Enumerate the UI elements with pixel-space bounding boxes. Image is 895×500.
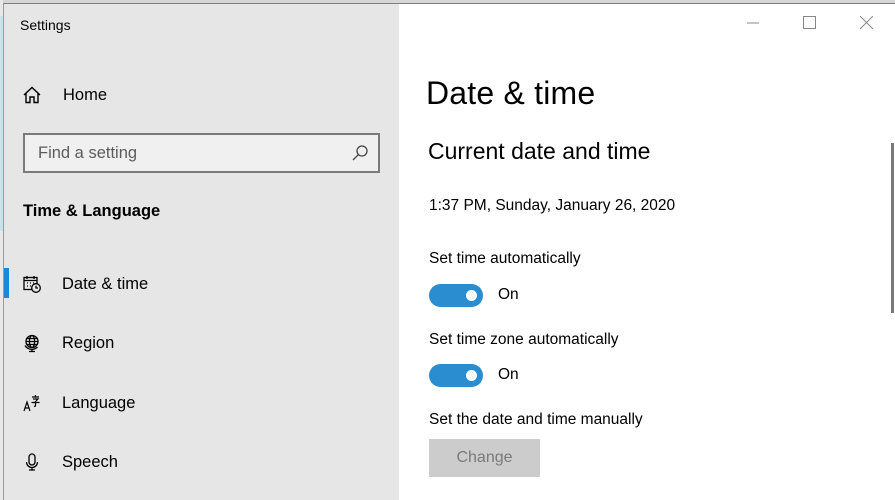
search-box[interactable] [23,133,380,173]
set-timezone-auto-label: Set time zone automatically [429,331,619,348]
sidebar-item-label: Language [62,393,136,412]
manual-datetime-label: Set the date and time manually [429,411,643,428]
sidebar-item-date-time[interactable]: Date & time [4,264,399,304]
toggle-state: On [498,286,519,303]
sidebar: Settings Home Time & Language Date & tim… [4,4,399,500]
search-icon[interactable] [348,141,372,165]
toggle-state: On [498,366,519,383]
set-timezone-auto-row: On [429,363,519,387]
window-controls [724,4,895,46]
sidebar-item-language[interactable]: Language [4,383,399,423]
search-input[interactable] [25,143,348,163]
set-time-auto-row: On [429,283,519,307]
change-button[interactable]: Change [429,439,540,477]
calendar-clock-icon [20,272,44,296]
sidebar-item-speech[interactable]: Speech [4,442,399,482]
microphone-icon [20,450,44,474]
sidebar-item-home[interactable]: Home [20,80,390,110]
maximize-button[interactable] [781,4,838,46]
globe-icon [20,331,44,355]
set-timezone-auto-toggle[interactable] [429,363,483,387]
section-title: Current date and time [428,138,651,164]
scrollbar[interactable] [891,143,894,313]
minimize-button[interactable] [724,4,781,46]
sidebar-item-label: Region [62,333,115,352]
app-title: Settings [20,17,71,33]
maximize-icon [803,16,816,34]
set-time-auto-toggle[interactable] [429,283,483,307]
sidebar-item-label: Date & time [62,274,149,293]
sidebar-item-label: Speech [62,452,118,471]
home-icon [20,83,44,107]
page-title: Date & time [426,75,596,111]
toggle-knob [466,369,477,381]
sidebar-item-region[interactable]: Region [4,323,399,363]
sidebar-section-title: Time & Language [23,202,161,220]
home-label: Home [63,85,108,104]
language-icon [20,391,44,415]
minimize-icon [746,16,759,34]
set-time-auto-label: Set time automatically [429,250,581,267]
toggle-knob [466,289,477,301]
current-datetime: 1:37 PM, Sunday, January 26, 2020 [429,197,676,214]
content-pane: Date & time Current date and time 1:37 P… [399,4,895,500]
close-icon [859,15,874,34]
settings-window: Settings Home Time & Language Date & tim… [3,3,895,500]
close-button[interactable] [838,4,895,46]
